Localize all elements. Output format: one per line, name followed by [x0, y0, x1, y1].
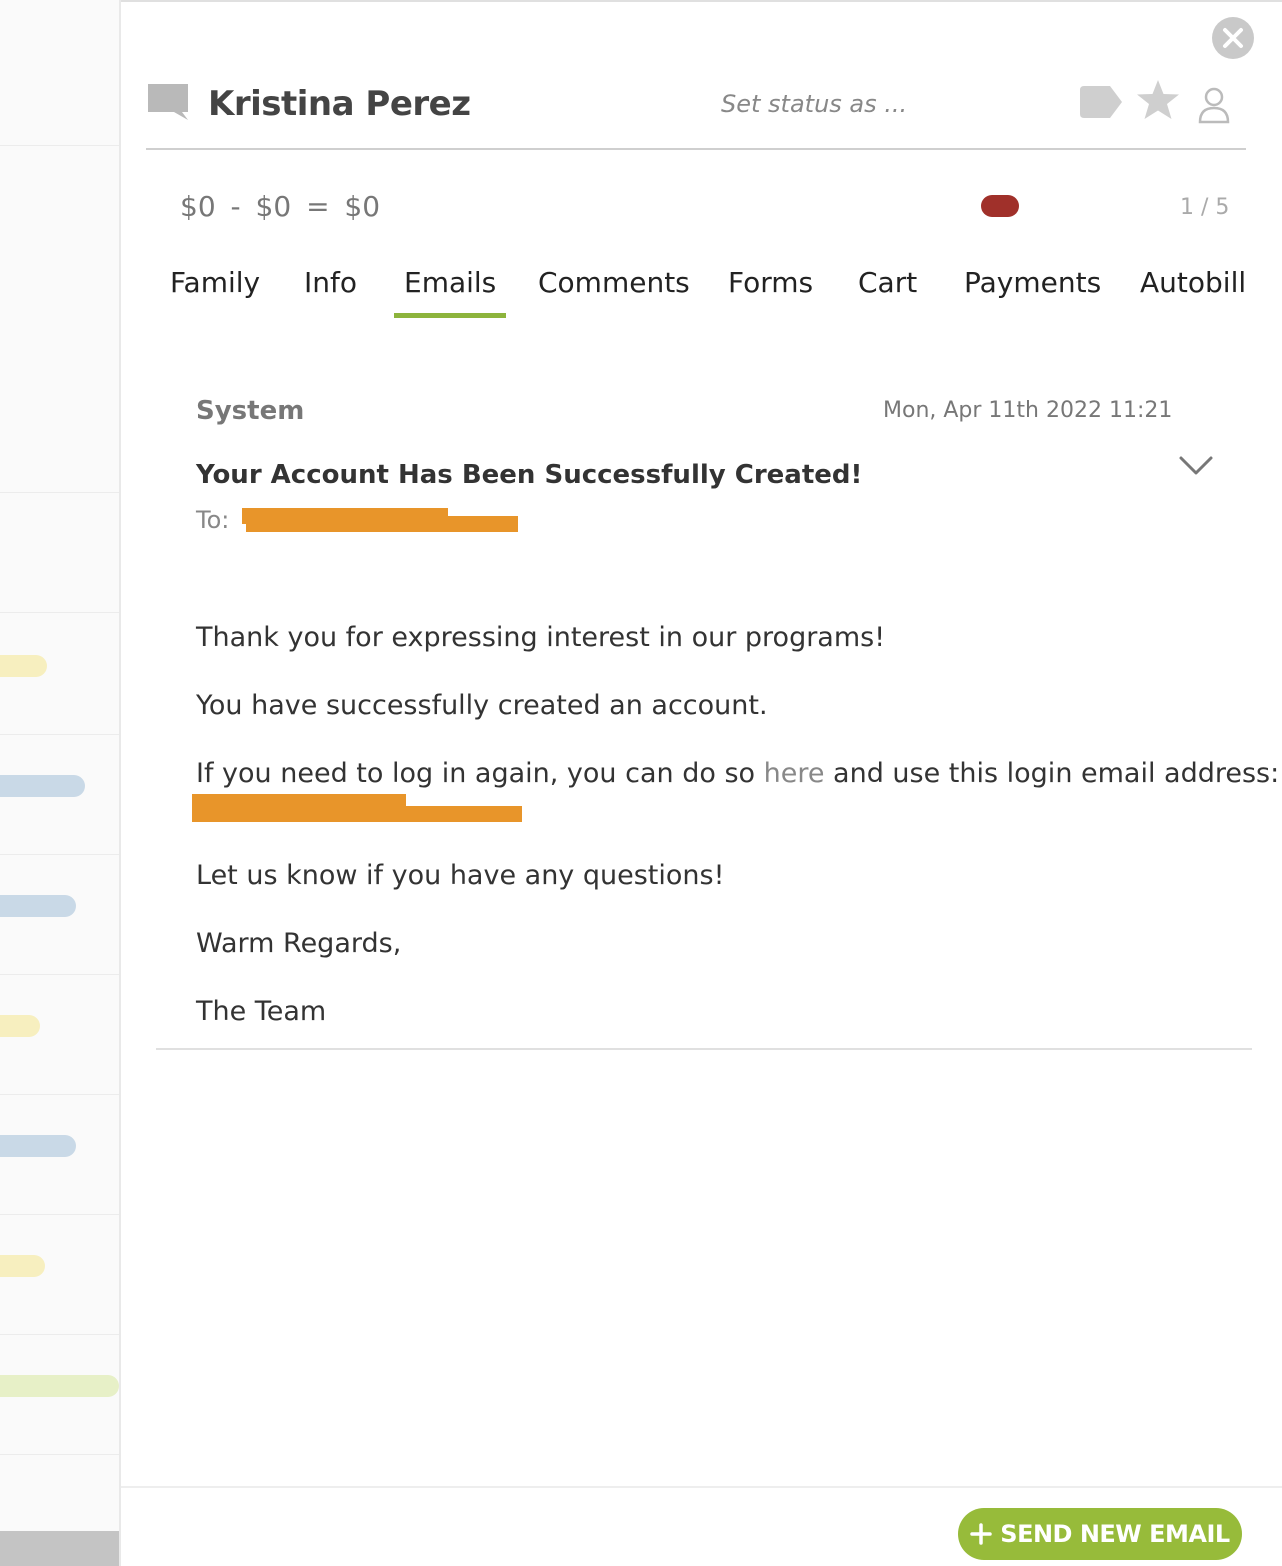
list-row [0, 854, 119, 855]
list-row [0, 612, 119, 613]
redaction-mark [192, 806, 522, 822]
record-pager: 1 / 5 [1180, 195, 1230, 220]
email-item: System Mon, Apr 11th 2022 11:21 Your Acc… [156, 380, 1279, 1050]
list-row [0, 1094, 119, 1095]
close-button[interactable] [1212, 17, 1254, 59]
email-body-line: Let us know if you have any questions! [196, 860, 725, 891]
close-icon [1223, 28, 1243, 48]
login-link[interactable]: here [764, 758, 825, 789]
tab-comments[interactable]: Comments [528, 262, 700, 318]
status-selector[interactable]: Set status as ... [721, 90, 907, 118]
list-row [0, 1334, 119, 1335]
status-badge [981, 195, 1019, 217]
email-body-line: You have successfully created an account… [196, 690, 768, 721]
email-sender: System [196, 396, 305, 426]
email-recipient-label: To: [196, 506, 230, 534]
tab-cart[interactable]: Cart [848, 262, 927, 318]
email-body-line: If you need to log in again, you can do … [196, 758, 1279, 789]
email-body-line: Warm Regards, [196, 928, 402, 959]
list-pill [0, 655, 47, 677]
tab-info[interactable]: Info [294, 262, 367, 318]
email-subject: Your Account Has Been Successfully Creat… [196, 460, 863, 490]
tab-family[interactable]: Family [160, 262, 270, 318]
list-pill [0, 1135, 76, 1157]
tag-icon[interactable] [1080, 86, 1122, 118]
user-icon[interactable] [1198, 84, 1230, 124]
chevron-down-icon[interactable] [1178, 454, 1214, 478]
list-row [0, 974, 119, 975]
email-body-line: The Team [196, 996, 327, 1027]
contact-header: Kristina Perez Set status as ... [146, 70, 1246, 150]
send-new-email-label: SEND NEW EMAIL [1000, 1520, 1230, 1548]
list-pill [0, 1255, 45, 1277]
list-pill [0, 775, 85, 797]
list-row [0, 145, 119, 146]
send-new-email-button[interactable]: SEND NEW EMAIL [958, 1508, 1242, 1560]
email-body-text: and use this login email address: [824, 758, 1280, 789]
list-pill [0, 1375, 119, 1397]
balance-summary: $0 - $0 = $0 [180, 190, 381, 223]
tab-autobill[interactable]: Autobill [1130, 262, 1256, 318]
tab-emails[interactable]: Emails [394, 262, 507, 318]
contact-name: Kristina Perez [208, 84, 471, 124]
list-row [0, 1214, 119, 1215]
star-icon[interactable] [1136, 80, 1180, 120]
email-date: Mon, Apr 11th 2022 11:21 [883, 398, 1173, 423]
list-pill [0, 895, 76, 917]
chat-bubble-icon[interactable] [148, 84, 188, 120]
background-list [0, 0, 121, 1566]
list-row [0, 492, 119, 493]
tab-forms[interactable]: Forms [718, 262, 823, 318]
list-row [0, 1454, 119, 1455]
list-pill [0, 1015, 40, 1037]
list-row [0, 734, 119, 735]
list-footer-bar [0, 1531, 119, 1566]
redaction-mark [246, 516, 518, 532]
plus-icon [970, 1523, 993, 1545]
email-body-text: If you need to log in again, you can do … [196, 758, 764, 789]
tab-payments[interactable]: Payments [954, 262, 1111, 318]
email-body-line: Thank you for expressing interest in our… [196, 622, 886, 653]
